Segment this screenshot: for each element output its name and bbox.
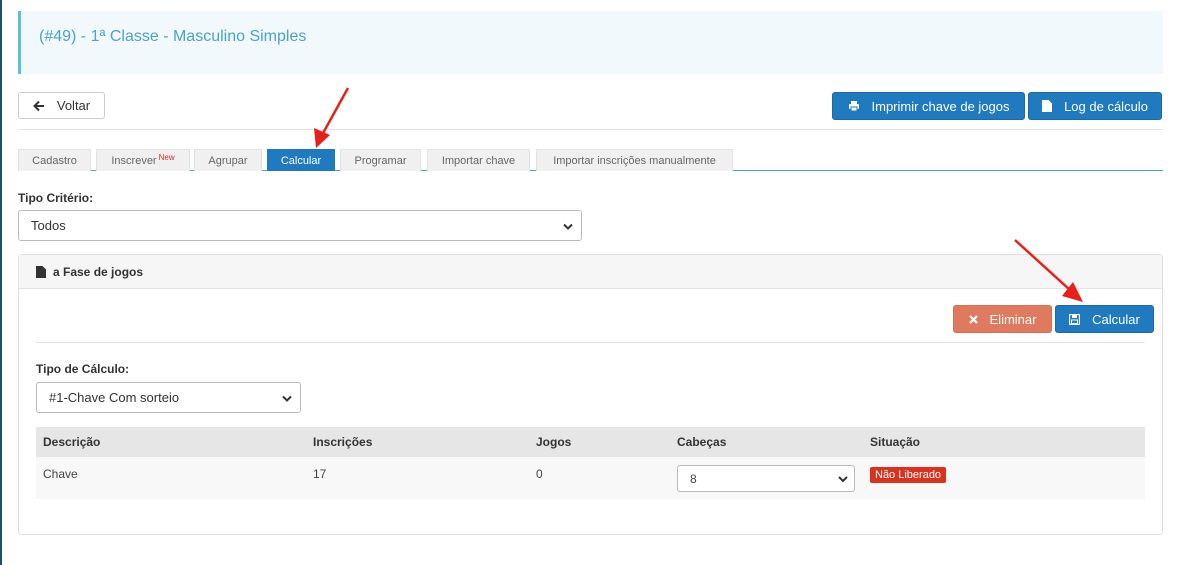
column-header: Cabeças bbox=[670, 427, 863, 457]
tab-agrupar[interactable]: Agrupar bbox=[194, 149, 262, 171]
calculation-log-label: Log de cálculo bbox=[1064, 98, 1148, 114]
back-button-label: Voltar bbox=[56, 98, 91, 113]
panel-divider bbox=[36, 342, 1145, 343]
close-icon bbox=[968, 314, 978, 324]
status-badge: Não Liberado bbox=[870, 467, 947, 483]
cell-cabecas: 8 bbox=[670, 457, 863, 499]
file-icon bbox=[36, 265, 46, 283]
print-bracket-label: Imprimir chave de jogos bbox=[871, 98, 1010, 114]
cell-descricao: Chave bbox=[36, 457, 306, 499]
column-header: Descrição bbox=[36, 427, 306, 457]
back-button[interactable]: Voltar bbox=[18, 92, 105, 119]
column-header: Jogos bbox=[529, 427, 670, 457]
calc-type-select[interactable]: #1-Chave Com sorteio bbox=[36, 382, 301, 413]
cell-jogos: 0 bbox=[529, 457, 670, 499]
delete-button-label: Eliminar bbox=[989, 311, 1037, 327]
panel-title: a Fase de jogos bbox=[53, 265, 144, 279]
chevron-down-icon bbox=[838, 472, 848, 486]
calc-type-label: Tipo de Cálculo: bbox=[36, 362, 130, 376]
criteria-select-value: Todos bbox=[31, 218, 66, 233]
file-icon bbox=[1042, 100, 1053, 112]
column-header: Inscrições bbox=[306, 427, 529, 457]
divider bbox=[18, 129, 1163, 130]
delete-button[interactable]: Eliminar bbox=[953, 305, 1052, 333]
print-bracket-button[interactable]: Imprimir chave de jogos bbox=[832, 92, 1025, 120]
page-title: (#49) - 1ª Classe - Masculino Simples bbox=[39, 28, 307, 45]
chevron-down-icon bbox=[563, 218, 573, 233]
results-table: Descrição Inscrições Jogos Cabeças Situa… bbox=[36, 427, 1145, 499]
tab-calcular[interactable]: Calcular bbox=[267, 149, 335, 171]
arrow-left-icon bbox=[32, 100, 45, 112]
criteria-select[interactable]: Todos bbox=[18, 210, 582, 241]
tab-inscrever[interactable]: Inscrever New bbox=[96, 149, 190, 171]
cell-inscricoes: 17 bbox=[306, 457, 529, 499]
tab-bar: Cadastro Inscrever New Agrupar Calcular P… bbox=[18, 149, 1163, 171]
tab-programar[interactable]: Programar bbox=[340, 149, 421, 171]
calc-type-value: #1-Chave Com sorteio bbox=[49, 390, 180, 405]
table-row: Chave 17 0 8 Não Liberado bbox=[36, 457, 1145, 499]
annotation-arrow-icon bbox=[314, 87, 350, 148]
calculate-button-label: Calcular bbox=[1092, 311, 1140, 327]
seeds-select[interactable]: 8 bbox=[677, 465, 855, 492]
column-header: Situação bbox=[863, 427, 1145, 457]
window-left-edge bbox=[0, 0, 2, 565]
page-header: (#49) - 1ª Classe - Masculino Simples bbox=[18, 11, 1163, 74]
save-icon bbox=[1069, 313, 1081, 325]
seeds-select-value: 8 bbox=[690, 471, 697, 486]
calculation-log-button[interactable]: Log de cálculo bbox=[1028, 92, 1162, 120]
cell-situacao: Não Liberado bbox=[863, 457, 1145, 499]
criteria-label: Tipo Critério: bbox=[18, 191, 94, 205]
tab-importar-inscricoes[interactable]: Importar inscrições manualmente bbox=[536, 149, 733, 171]
print-icon bbox=[848, 100, 860, 112]
tab-cadastro[interactable]: Cadastro bbox=[18, 149, 91, 171]
calculate-button[interactable]: Calcular bbox=[1055, 305, 1154, 333]
table-header-row: Descrição Inscrições Jogos Cabeças Situa… bbox=[36, 427, 1145, 457]
new-badge: New bbox=[158, 153, 175, 162]
tab-importar-chave[interactable]: Importar chave bbox=[427, 149, 530, 171]
chevron-down-icon bbox=[282, 390, 292, 405]
panel-header: a Fase de jogos bbox=[19, 255, 1162, 289]
